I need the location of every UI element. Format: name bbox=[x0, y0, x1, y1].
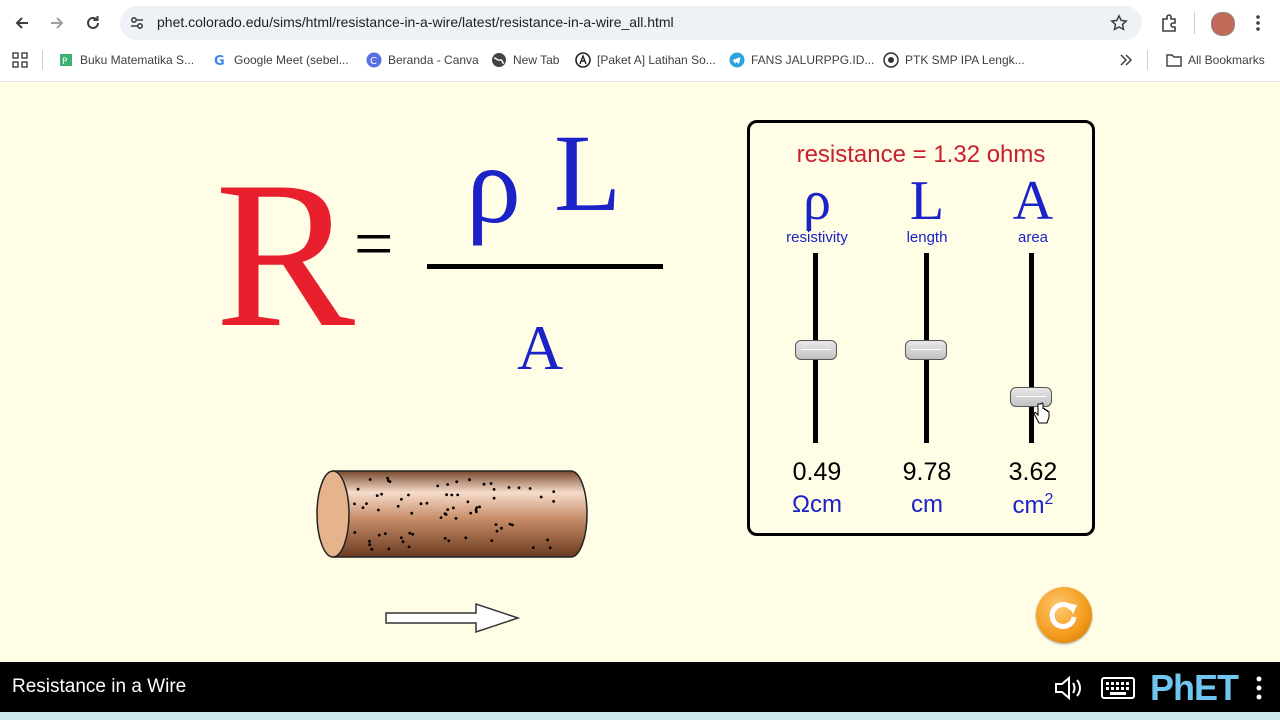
site-settings-icon[interactable] bbox=[129, 15, 145, 31]
sim-title: Resistance in a Wire bbox=[12, 676, 187, 697]
profile-avatar[interactable] bbox=[1211, 12, 1235, 36]
all-bookmarks-button[interactable]: All Bookmarks bbox=[1166, 50, 1265, 70]
folder-icon bbox=[1166, 52, 1182, 68]
equation-L: L bbox=[554, 112, 622, 234]
telegram-icon bbox=[729, 52, 745, 68]
wire-resistor bbox=[316, 470, 588, 558]
resistivity-label: resistivity bbox=[786, 229, 848, 246]
more-vert-icon[interactable] bbox=[1250, 13, 1266, 33]
phet-menu-icon[interactable] bbox=[1253, 675, 1265, 701]
reset-icon bbox=[1049, 601, 1077, 629]
bookmark-ptk-smp[interactable]: PTK SMP IPA Lengk... bbox=[883, 50, 1025, 70]
google-icon: G bbox=[212, 52, 228, 68]
bookmark-fans-jalurppg[interactable]: FANS JALURPPG.ID... bbox=[729, 50, 874, 70]
resistivity-symbol: ρ bbox=[803, 170, 831, 232]
area-unit: cm2 bbox=[1012, 491, 1054, 519]
bookmark-google-meet[interactable]: G Google Meet (sebel... bbox=[212, 50, 349, 70]
arrow-left-icon bbox=[15, 17, 28, 29]
forward-button[interactable] bbox=[42, 8, 72, 38]
bookmark-paket-a[interactable]: [Paket A] Latihan So... bbox=[575, 50, 716, 70]
chevron-double-right-icon[interactable] bbox=[1119, 53, 1133, 67]
reset-all-button[interactable] bbox=[1036, 587, 1092, 643]
phet-logo[interactable]: PhET bbox=[1150, 667, 1239, 709]
resistivity-unit: Ωcm bbox=[792, 491, 842, 518]
area-header: A area bbox=[978, 173, 1088, 246]
equation-A: A bbox=[517, 312, 564, 383]
reload-icon bbox=[87, 16, 99, 29]
resistivity-slider-thumb[interactable] bbox=[795, 340, 837, 360]
length-slider-thumb[interactable] bbox=[905, 340, 947, 360]
url-text: phet.colorado.edu/sims/html/resistance-i… bbox=[157, 14, 674, 30]
arrow-right-icon bbox=[51, 17, 64, 29]
length-value: 9.78 bbox=[902, 458, 952, 486]
area-label: area bbox=[1017, 229, 1049, 246]
resistivity-header: ρ resistivity bbox=[762, 173, 872, 246]
reload-button[interactable] bbox=[78, 8, 108, 38]
bookmark-new-tab[interactable]: New Tab bbox=[491, 50, 559, 70]
sim-navigation-bar: Resistance in a Wire PhET bbox=[0, 662, 1280, 712]
sound-icon[interactable] bbox=[1054, 675, 1088, 701]
star-icon[interactable] bbox=[1110, 14, 1128, 32]
globe-icon bbox=[491, 52, 507, 68]
svg-text:G: G bbox=[214, 54, 225, 67]
area-symbol: A bbox=[1012, 170, 1054, 232]
length-unit: cm bbox=[911, 491, 943, 518]
hand-cursor-icon bbox=[1033, 402, 1050, 424]
length-label: length bbox=[906, 229, 948, 246]
address-bar[interactable]: phet.colorado.edu/sims/html/resistance-i… bbox=[120, 6, 1142, 40]
apps-grid-icon[interactable] bbox=[12, 52, 28, 68]
fraction-bar bbox=[427, 264, 663, 269]
keyboard-icon[interactable] bbox=[1101, 677, 1135, 699]
area-unit-exponent: 2 bbox=[1044, 491, 1054, 508]
svg-text:C: C bbox=[370, 56, 377, 67]
bookmark-canva[interactable]: C Beranda - Canva bbox=[366, 50, 479, 70]
bookmark-buku[interactable]: P Buku Matematika S... bbox=[58, 50, 194, 70]
resistivity-value: 0.49 bbox=[792, 458, 842, 486]
equation-rho: ρ bbox=[466, 124, 521, 246]
equation-R: R bbox=[215, 139, 356, 371]
ptk-favicon bbox=[883, 52, 899, 68]
back-button[interactable] bbox=[7, 8, 37, 38]
svg-text:P: P bbox=[62, 57, 68, 67]
taskbar-strip bbox=[0, 712, 1280, 720]
browser-chrome: phet.colorado.edu/sims/html/resistance-i… bbox=[0, 0, 1280, 82]
control-panel: resistance = 1.32 ohms ρ resistivity 0.4… bbox=[747, 120, 1095, 536]
length-symbol: L bbox=[909, 170, 945, 232]
canva-icon: C bbox=[366, 52, 382, 68]
area-value: 3.62 bbox=[1008, 458, 1058, 486]
current-arrow bbox=[385, 602, 521, 634]
paket-favicon bbox=[575, 52, 591, 68]
length-header: L length bbox=[872, 173, 982, 246]
resistance-readout: resistance = 1.32 ohms bbox=[796, 141, 1046, 168]
extensions-icon[interactable] bbox=[1159, 13, 1179, 33]
equation-equals: = bbox=[354, 206, 394, 283]
buku-favicon: P bbox=[58, 52, 74, 68]
